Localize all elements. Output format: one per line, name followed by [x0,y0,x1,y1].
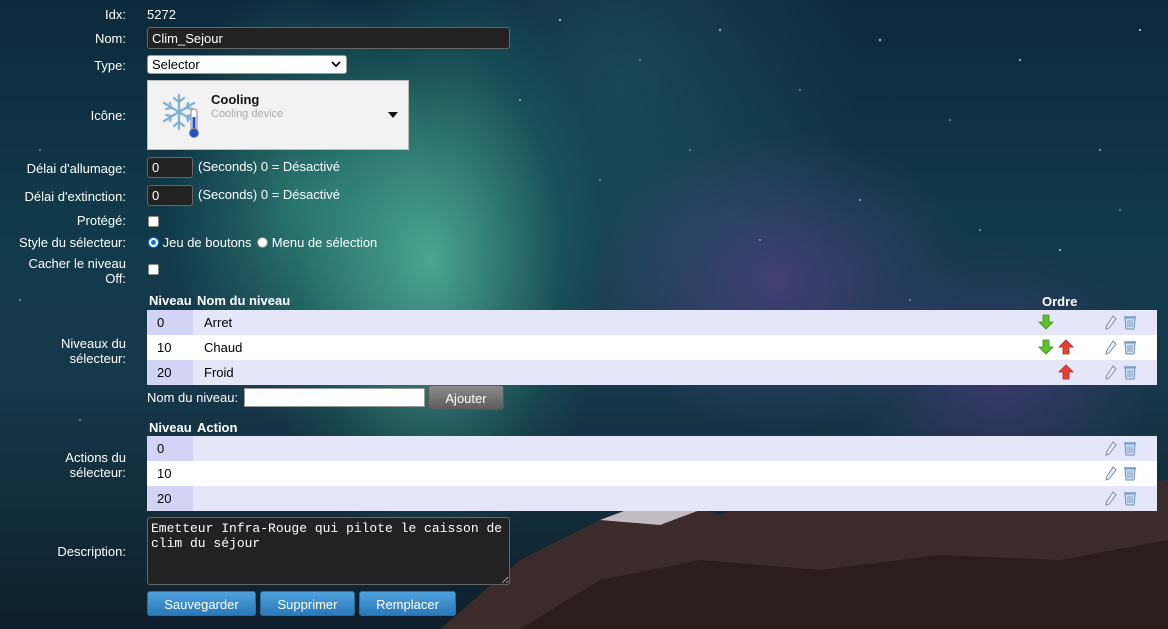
edit-icon[interactable] [1103,490,1119,506]
hide-off-checkbox[interactable] [148,264,159,275]
on-delay-label: Délai d'allumage: [26,161,126,176]
style-menu-label: Menu de sélection [271,235,378,250]
hide-off-label: Cacher le niveau Off: [0,256,126,286]
on-delay-hint: (Seconds) 0 = Désactivé [198,159,340,174]
selector-style-options: Jeu de boutons Menu de sélection [148,235,377,250]
edit-icon[interactable] [1103,314,1119,330]
description-textarea[interactable]: Emetteur Infra-Rouge qui pilote le caiss… [147,517,510,585]
delete-icon[interactable] [1122,465,1138,481]
add-level-input[interactable] [244,388,425,407]
levels-col-level: Niveau [149,293,192,308]
level-value: 20 [147,360,193,385]
arrow-up-icon[interactable] [1058,339,1074,355]
idx-label: Idx: [105,7,126,22]
name-input[interactable] [147,27,510,49]
action-row[interactable]: 0 [147,436,1157,461]
delete-icon[interactable] [1122,314,1138,330]
icon-label: Icône: [90,108,126,123]
chevron-down-icon [331,61,341,68]
level-row[interactable]: 0 Arret [147,310,1157,335]
icon-title: Cooling [211,92,260,107]
action-level: 0 [147,436,193,461]
style-menu-radio[interactable] [257,237,269,248]
arrow-down-icon[interactable] [1038,339,1054,355]
off-delay-hint: (Seconds) 0 = Désactivé [198,187,340,202]
action-level: 10 [147,461,193,486]
style-buttons-label: Jeu de boutons [162,235,252,250]
action-level: 20 [147,486,193,511]
delete-icon[interactable] [1122,490,1138,506]
level-row[interactable]: 20 Froid [147,360,1157,385]
delete-button[interactable]: Supprimer [260,591,355,616]
type-select-value: Selector [152,57,200,72]
add-level-label: Nom du niveau: [147,390,239,405]
save-button[interactable]: Sauvegarder [147,591,256,616]
edit-icon[interactable] [1103,440,1119,456]
protected-checkbox[interactable] [148,216,159,227]
icon-dropdown[interactable]: Cooling Cooling device [147,80,409,150]
level-value: 10 [147,335,193,360]
edit-icon[interactable] [1103,465,1119,481]
delete-icon[interactable] [1122,440,1138,456]
level-name: Arret [204,315,233,330]
levels-section-label-line2: sélecteur: [69,351,126,366]
delete-icon[interactable] [1122,364,1138,380]
levels-col-name: Nom du niveau [197,293,291,308]
action-row[interactable]: 20 [147,486,1157,511]
delete-icon[interactable] [1122,339,1138,355]
description-label: Description: [57,544,126,559]
level-row[interactable]: 10 Chaud [147,335,1157,360]
snowflake-thermometer-icon [162,93,199,138]
protected-label: Protégé: [76,213,126,228]
name-label: Nom: [94,31,126,46]
add-level-button[interactable]: Ajouter [428,385,504,410]
action-row[interactable]: 10 [147,461,1157,486]
type-label: Type: [94,58,126,73]
idx-value: 5272 [147,7,176,22]
edit-icon[interactable] [1103,339,1119,355]
actions-section-label-line2: sélecteur: [69,465,126,480]
arrow-down-icon[interactable] [1038,314,1054,330]
style-buttons-radio[interactable] [148,237,159,248]
level-name: Chaud [204,340,243,355]
levels-col-order: Ordre [1042,294,1078,309]
hide-off-label-line2: Off: [105,271,126,286]
actions-section-label: Actions du sélecteur: [0,450,126,480]
edit-icon[interactable] [1103,364,1119,380]
levels-section-label: Niveaux du sélecteur: [0,336,126,366]
levels-section-label-line1: Niveaux du [60,336,126,351]
icon-subtitle: Cooling device [211,108,284,120]
type-select[interactable]: Selector [147,55,347,74]
off-delay-input[interactable] [147,185,193,206]
replace-button[interactable]: Remplacer [359,591,456,616]
arrow-up-icon[interactable] [1058,364,1074,380]
off-delay-label: Délai d'extinction: [24,189,126,204]
level-value: 0 [147,310,193,335]
level-name: Froid [204,365,234,380]
actions-col-level: Niveau [149,420,192,435]
caret-down-icon [388,112,398,118]
hide-off-label-line1: Cacher le niveau [28,256,126,271]
actions-section-label-line1: Actions du [65,450,126,465]
selector-style-label: Style du sélecteur: [19,235,126,250]
on-delay-input[interactable] [147,157,193,178]
actions-col-action: Action [197,420,238,435]
